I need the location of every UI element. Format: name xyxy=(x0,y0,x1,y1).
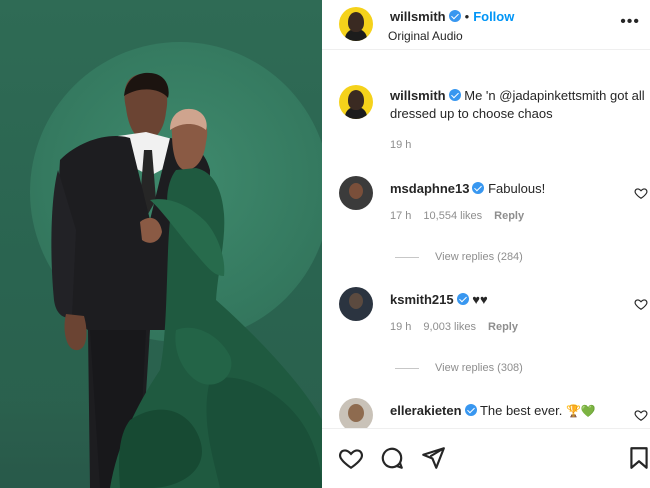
comment-body: ♥♥ xyxy=(472,292,488,307)
comment-timestamp: 19 h xyxy=(390,321,412,333)
follow-button[interactable]: Follow xyxy=(473,9,514,24)
post-sidebar: willsmith • Follow Original Audio ••• will… xyxy=(322,0,650,488)
comment-text-row: ellerakieten The best ever. 🏆💚 xyxy=(390,403,596,418)
post-header: willsmith • Follow Original Audio ••• xyxy=(322,0,650,50)
comment-like-heart-icon[interactable] xyxy=(634,186,648,200)
comment-item: ellerakieten The best ever. 🏆💚 xyxy=(339,398,650,428)
post-action-bar xyxy=(322,428,650,488)
reply-button[interactable]: Reply xyxy=(488,321,518,333)
send-icon[interactable] xyxy=(420,445,446,471)
reply-button[interactable]: Reply xyxy=(494,210,524,222)
separator-dot: • xyxy=(464,9,470,24)
comment-like-heart-icon[interactable] xyxy=(634,297,648,311)
comment-body: The best ever. xyxy=(479,403,563,418)
comment-meta: 19 h 9,003 likes Reply xyxy=(390,321,530,333)
author-username[interactable]: willsmith xyxy=(390,9,446,24)
verified-badge-icon xyxy=(464,404,477,416)
post-media[interactable] xyxy=(0,0,322,488)
comment-icon[interactable] xyxy=(379,445,405,471)
comment-text-row: msdaphne13 Fabulous! xyxy=(390,181,545,196)
verified-badge-icon xyxy=(472,182,485,194)
comment-timestamp: 17 h xyxy=(390,210,412,222)
comment-text-row: ksmith215 ♥♥ xyxy=(390,292,488,307)
author-name-row: willsmith • Follow xyxy=(390,8,514,26)
more-options-icon[interactable]: ••• xyxy=(620,13,640,31)
comment-likes-count[interactable]: 10,554 likes xyxy=(423,210,482,222)
comment-username[interactable]: ksmith215 xyxy=(390,292,454,307)
verified-badge-icon xyxy=(448,10,461,22)
comment-body: Fabulous! xyxy=(488,181,546,196)
verified-badge-icon xyxy=(456,293,469,305)
commenter-avatar[interactable] xyxy=(339,398,373,428)
view-replies-link[interactable]: View replies (284) xyxy=(395,251,523,263)
comment-likes-count[interactable]: 9,003 likes xyxy=(423,321,476,333)
like-heart-icon[interactable] xyxy=(338,445,364,471)
comment-item: ksmith215 ♥♥ 19 h 9,003 likes Reply xyxy=(339,287,650,367)
comment-username[interactable]: msdaphne13 xyxy=(390,181,469,196)
author-avatar[interactable] xyxy=(339,7,373,41)
commenter-avatar[interactable] xyxy=(339,176,373,210)
verified-badge-icon xyxy=(448,89,461,101)
caption-timestamp: 19 h xyxy=(390,139,412,151)
caption-text-block: willsmith Me 'n @jadapinkettsmith got al… xyxy=(390,87,645,123)
caption-username[interactable]: willsmith xyxy=(390,88,446,103)
couple-photo xyxy=(51,72,322,488)
commenter-avatar[interactable] xyxy=(339,287,373,321)
view-replies-link[interactable]: View replies (308) xyxy=(395,362,523,374)
caption-avatar[interactable] xyxy=(339,85,373,119)
comment-like-heart-icon[interactable] xyxy=(634,408,648,422)
comment-item: msdaphne13 Fabulous! 17 h 10,554 likes Rep… xyxy=(339,176,650,256)
trophy-heart-emoji: 🏆💚 xyxy=(565,404,596,418)
comment-meta: 17 h 10,554 likes Reply xyxy=(390,210,536,222)
original-audio-link[interactable]: Original Audio xyxy=(388,29,463,43)
bookmark-icon[interactable] xyxy=(626,445,650,471)
comment-username[interactable]: ellerakieten xyxy=(390,403,462,418)
